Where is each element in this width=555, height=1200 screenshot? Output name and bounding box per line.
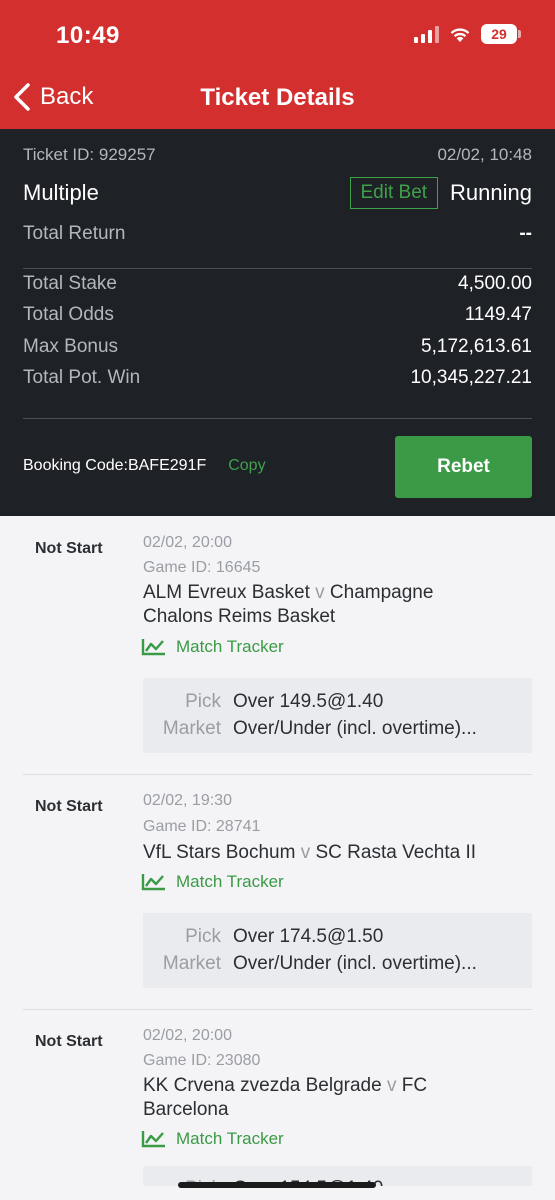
- match-tracker-label: Match Tracker: [176, 1129, 284, 1148]
- match-tracker-link[interactable]: Match Tracker: [141, 1129, 284, 1149]
- match-tracker-link[interactable]: Match Tracker: [141, 872, 284, 892]
- total-return-label: Total Return: [23, 223, 126, 244]
- match-tracker-link[interactable]: Match Tracker: [141, 637, 284, 657]
- selection-list: Not Start 02/02, 20:00 Game ID: 16645 AL…: [0, 516, 555, 1186]
- total-return-row: Total Return --: [23, 223, 532, 245]
- ticket-id: Ticket ID: 929257: [23, 145, 156, 164]
- stat-label: Total Pot. Win: [23, 367, 141, 388]
- pick-label: Pick: [185, 926, 221, 947]
- pick-row: Pick Over 149.5@1.40: [143, 691, 532, 713]
- type-row-right: Edit Bet Running: [349, 177, 532, 209]
- bet-state: Running: [450, 180, 532, 205]
- ticket-datetime: 02/02, 10:48: [437, 145, 532, 164]
- selection-time: 02/02, 19:30: [143, 792, 232, 809]
- divider: [23, 418, 532, 419]
- selection-status: Not Start: [35, 540, 103, 557]
- booking-row: Booking Code:BAFE291F Copy: [23, 457, 266, 475]
- away-team: SC Rasta Vechta II: [315, 842, 477, 863]
- market-value: Over/Under (incl. overtime)...: [233, 953, 477, 974]
- pick-label: Pick: [185, 691, 221, 712]
- selection-time: 02/02, 20:00: [143, 1027, 232, 1044]
- cellular-signal-icon: [414, 25, 439, 43]
- selection-status: Not Start: [35, 1033, 103, 1050]
- stat-value: 5,172,613.61: [421, 336, 532, 357]
- versus-label: v: [386, 1075, 397, 1096]
- ticket-type-row: Multiple Edit Bet Running: [23, 177, 532, 209]
- match-teams: KK Crvena zvezda Belgrade v FC Barcelona: [143, 1074, 443, 1122]
- page-title: Ticket Details: [200, 84, 355, 111]
- game-id: Game ID: 23080: [143, 1052, 261, 1069]
- stat-label: Total Odds: [23, 304, 114, 325]
- wifi-icon: [450, 28, 470, 42]
- stat-label: Max Bonus: [23, 336, 119, 357]
- rebet-button[interactable]: Rebet: [395, 436, 532, 498]
- pick-details: Pick Over 174.5@1.50 Market Over/Under (…: [143, 913, 532, 988]
- market-row: Market Over/Under (incl. overtime)...: [143, 953, 532, 975]
- match-tracker-label: Match Tracker: [176, 872, 284, 891]
- selection-card: Not Start 02/02, 20:00 Game ID: 23080 KK…: [0, 986, 555, 1186]
- copy-button[interactable]: Copy: [228, 457, 265, 475]
- stat-row: Total Stake 4,500.00: [23, 273, 532, 295]
- market-label: Market: [162, 953, 221, 974]
- stat-row: Total Pot. Win 10,345,227.21: [23, 367, 532, 389]
- stat-value: 10,345,227.21: [410, 367, 532, 388]
- booking-code: Booking Code:BAFE291F: [23, 457, 207, 474]
- total-return-value: --: [519, 223, 532, 244]
- chart-line-icon: [141, 1131, 165, 1148]
- edit-bet-button[interactable]: Edit Bet: [349, 177, 439, 209]
- versus-label: v: [315, 582, 325, 603]
- home-team: ALM Evreux Basket: [143, 582, 310, 603]
- pick-value: Over 174.5@1.50: [233, 926, 384, 947]
- battery-icon: 29: [481, 24, 521, 44]
- versus-label: v: [300, 842, 311, 863]
- game-id: Game ID: 28741: [143, 818, 261, 835]
- chart-line-icon: [141, 639, 165, 656]
- game-id: Game ID: 16645: [143, 559, 261, 576]
- pick-row: Pick Over 174.5@1.50: [143, 926, 532, 948]
- match-teams: VfL Stars Bochum v SC Rasta Vechta II: [143, 841, 523, 865]
- selection-card: Not Start 02/02, 19:30 Game ID: 28741 Vf…: [0, 751, 555, 988]
- ticket-meta-row: Ticket ID: 929257 02/02, 10:48: [23, 145, 532, 165]
- stat-label: Total Stake: [23, 273, 117, 294]
- match-teams: ALM Evreux Basket v Champagne Chalons Re…: [143, 581, 503, 629]
- selection-card: Not Start 02/02, 20:00 Game ID: 16645 AL…: [0, 516, 555, 753]
- home-team: VfL Stars Bochum: [143, 842, 296, 863]
- chart-line-icon: [141, 874, 165, 891]
- home-indicator[interactable]: [178, 1182, 376, 1188]
- status-time: 10:49: [56, 22, 120, 49]
- stat-value: 4,500.00: [458, 273, 532, 294]
- stat-value: 1149.47: [464, 304, 532, 325]
- market-value: Over/Under (incl. overtime)...: [233, 718, 477, 739]
- home-team: KK Crvena zvezda Belgrade: [143, 1075, 382, 1096]
- stat-row: Max Bonus 5,172,613.61: [23, 336, 532, 358]
- pick-details: Pick Over 149.5@1.40 Market Over/Under (…: [143, 678, 532, 753]
- market-label: Market: [162, 718, 221, 739]
- selection-status: Not Start: [35, 798, 103, 815]
- match-tracker-label: Match Tracker: [176, 637, 284, 656]
- pick-value: Over 149.5@1.40: [233, 691, 384, 712]
- bet-type: Multiple: [23, 180, 99, 205]
- ticket-summary: Ticket ID: 929257 02/02, 10:48 Multiple …: [0, 129, 555, 516]
- status-icons: 29: [414, 24, 521, 44]
- selection-time: 02/02, 20:00: [143, 534, 232, 551]
- top-bar: 10:49 29 Back Ticket Details: [0, 0, 555, 129]
- stat-row: Total Odds 1149.47: [23, 304, 532, 326]
- market-row: Market Over/Under (incl. overtime)...: [143, 718, 532, 740]
- divider: [23, 268, 532, 269]
